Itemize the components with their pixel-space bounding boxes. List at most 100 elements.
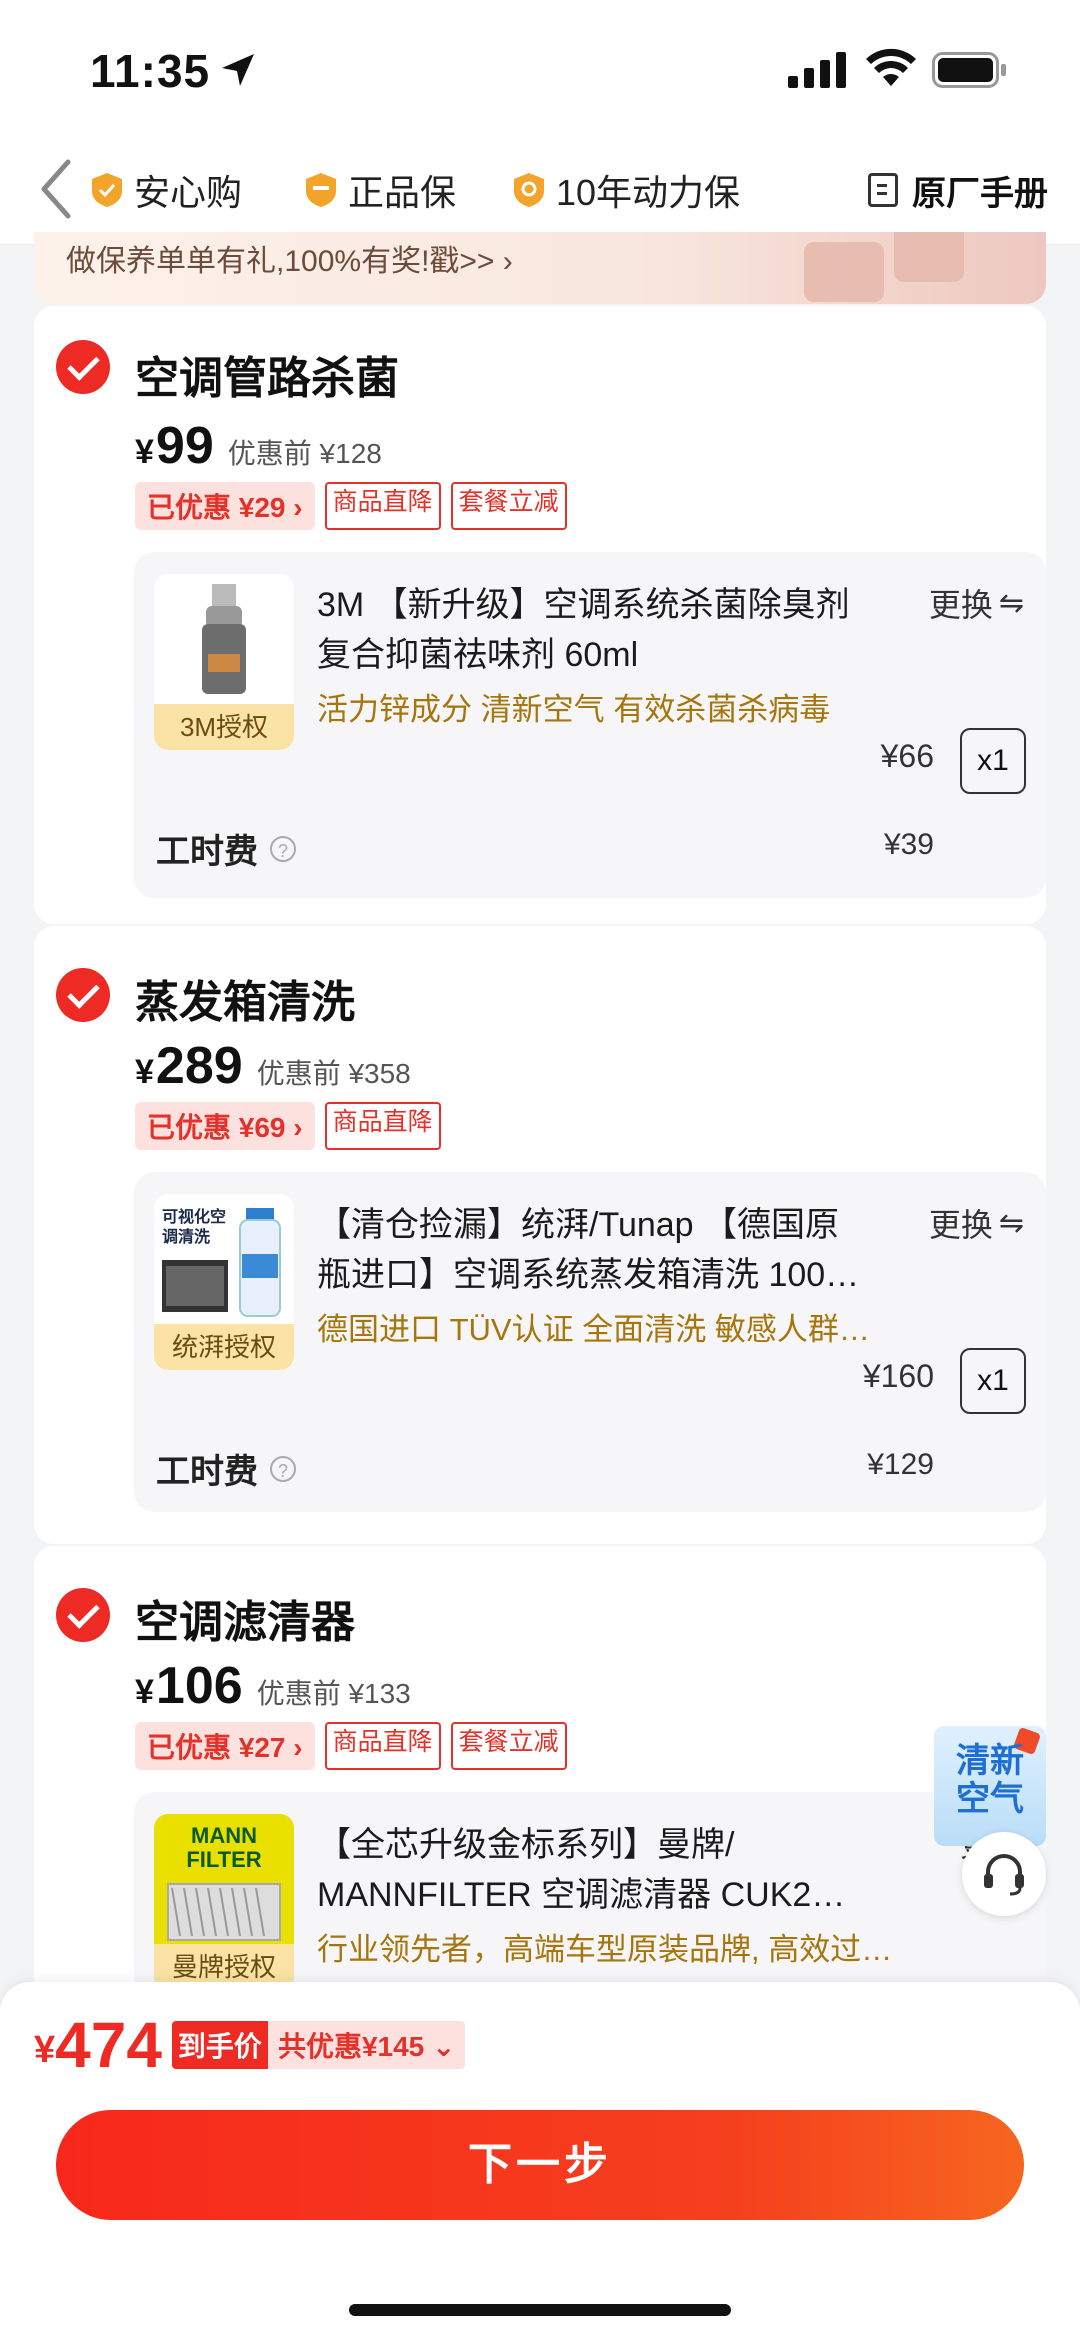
service-card: 空调滤清器 ¥ 106 优惠前 ¥133 已优惠 ¥27 › 商品直降 套餐立减… [34, 1546, 1046, 2046]
spray-bottle-image [202, 584, 246, 694]
product-name[interactable]: 【清仓捡漏】统湃/Tunap 【德国原 瓶进口】空调系统蒸发箱清洗 100… [317, 1200, 897, 1300]
help-icon[interactable]: ? [270, 835, 296, 862]
checkbox-checked-icon[interactable] [56, 1588, 110, 1642]
product-panel: 可视化空调清洗 统湃授权 【清仓捡漏】统湃/Tunap 【德国原 瓶进口】空调系… [134, 1172, 1046, 1512]
total-saving-text: 共优惠¥145 [277, 2031, 425, 2062]
labor-fee-label: 工时费 [156, 1453, 258, 1491]
manual-book-icon [868, 173, 898, 207]
floating-ad-text: 清新空气 [956, 1742, 1024, 1818]
back-chevron-icon[interactable] [32, 154, 80, 224]
chevron-down-icon: ⌄ [432, 2031, 456, 2062]
factory-manual-button[interactable]: 原厂手册 [868, 160, 1048, 220]
promo-tag: 套餐立减 [450, 482, 567, 530]
promo-tag: 商品直降 [324, 482, 441, 530]
top-navigation-bar: 安心购 正品保 10年动力保 原厂手册 [0, 140, 1080, 245]
swap-arrows-icon: ⇋ [998, 1206, 1024, 1240]
help-icon[interactable]: ? [270, 1455, 296, 1482]
floating-ad-fresh-air[interactable]: 清新空气 [934, 1726, 1046, 1846]
discount-applied-tag[interactable]: 已优惠 ¥69 › [135, 1102, 315, 1150]
service-title: 蒸发箱清洗 [135, 978, 355, 1027]
checkbox-checked-icon[interactable] [56, 968, 110, 1022]
replace-button[interactable]: 更换 ⇋ [929, 580, 1024, 626]
next-step-button[interactable]: 下一步 [56, 2110, 1024, 2220]
promo-tag: 商品直降 [324, 1102, 441, 1150]
status-bar: 11:35 [0, 0, 1080, 140]
service-card: 蒸发箱清洗 ¥ 289 优惠前 ¥358 已优惠 ¥69 › 商品直降 可视化空… [34, 926, 1046, 1544]
battery-icon [932, 52, 1006, 88]
headset-icon [984, 1854, 1024, 1896]
discount-applied-tag[interactable]: 已优惠 ¥27 › [135, 1722, 315, 1770]
price-before-discount: 优惠前 ¥128 [227, 438, 382, 469]
discount-tags: 已优惠 ¥27 › 商品直降 套餐立减 [135, 1722, 567, 1770]
status-time: 11:35 [90, 45, 211, 97]
badge-zhengpin[interactable]: 正品保 [302, 160, 456, 220]
product-name-line2: MANNFILTER 空调滤清器 CUK2… [317, 1876, 846, 1914]
promo-tag: 套餐立减 [450, 1722, 567, 1770]
product-name[interactable]: 3M 【新升级】空调系统杀菌除臭剂 复合抑菌祛味剂 60ml [317, 580, 897, 680]
price-value: 289 [155, 1037, 243, 1095]
price-currency: ¥ [135, 1053, 154, 1091]
product-price: ¥160 [862, 1358, 934, 1394]
decor-cube [894, 232, 964, 282]
service-price: ¥ 99 优惠前 ¥128 [135, 416, 382, 476]
product-description: 行业领先者，高端车型原装品牌, 高效过… [317, 1932, 893, 1967]
wifi-icon [866, 48, 916, 86]
shield-badge-icon [92, 173, 122, 207]
replace-label: 更换 [928, 1207, 993, 1243]
checkout-bar: ¥ 474 到手价 共优惠¥145 ⌄ 下一步 [0, 1982, 1080, 2337]
cellular-signal-icon [788, 52, 846, 88]
final-price-label: 到手价 [171, 2021, 268, 2069]
service-title: 空调滤清器 [135, 1598, 355, 1647]
price-value: 99 [155, 417, 214, 475]
badge-power-warranty[interactable]: 10年动力保 [510, 160, 740, 220]
total-price: ¥ 474 到手价 共优惠¥145 ⌄ [34, 2008, 466, 2082]
product-description: 活力锌成分 清新空气 有效杀菌杀病毒 [317, 692, 831, 727]
price-currency: ¥ [135, 433, 154, 471]
product-name-line2: 复合抑菌祛味剂 60ml [317, 636, 639, 674]
total-saving-toggle[interactable]: 共优惠¥145 ⌄ [267, 2021, 466, 2069]
price-currency: ¥ [135, 1673, 154, 1711]
product-name[interactable]: 【全芯升级金标系列】曼牌/ MANNFILTER 空调滤清器 CUK2… [317, 1820, 897, 1920]
quantity-box[interactable]: x1 [960, 728, 1026, 794]
replace-button[interactable]: 更换 ⇋ [929, 1200, 1024, 1246]
product-thumbnail[interactable]: 3M授权 [154, 574, 294, 750]
labor-fee-label: 工时费 [156, 833, 258, 871]
product-thumbnail[interactable]: 可视化空调清洗 统湃授权 [154, 1194, 294, 1370]
service-price: ¥ 106 优惠前 ¥133 [135, 1656, 411, 1716]
promo-banner[interactable]: 做保养单单有礼,100%有奖!戳>> › [34, 232, 1046, 304]
discount-tags: 已优惠 ¥29 › 商品直降 套餐立减 [135, 482, 567, 530]
price-before-discount: 优惠前 ¥358 [256, 1058, 411, 1089]
gear-badge-icon [514, 173, 544, 207]
total-currency: ¥ [34, 2028, 56, 2071]
service-title: 空调管路杀菌 [135, 354, 399, 403]
promo-text: 做保养单单有礼,100%有奖!戳>> › [66, 245, 513, 278]
price-value: 106 [155, 1657, 243, 1715]
product-description: 德国进口 TÜV认证 全面清洗 敏感人群… [317, 1312, 870, 1347]
service-price: ¥ 289 优惠前 ¥358 [135, 1036, 411, 1096]
product-name-line1: 【全芯升级金标系列】曼牌/ [317, 1826, 735, 1864]
product-price: ¥66 [880, 738, 934, 774]
shield-badge-icon [306, 173, 336, 207]
price-before-discount: 优惠前 ¥133 [256, 1678, 411, 1709]
discount-tags: 已优惠 ¥69 › 商品直降 [135, 1102, 441, 1150]
badge-power-warranty-label: 10年动力保 [556, 172, 741, 213]
authorization-label: 3M授权 [154, 704, 294, 750]
factory-manual-label: 原厂手册 [912, 174, 1048, 213]
labor-fee-price: ¥39 [883, 828, 934, 861]
product-name-line1: 3M 【新升级】空调系统杀菌除臭剂 [317, 586, 850, 624]
replace-label: 更换 [928, 587, 993, 623]
swap-arrows-icon: ⇋ [998, 586, 1024, 620]
customer-service-button[interactable] [962, 1832, 1046, 1916]
product-thumbnail[interactable]: MANN FILTER 曼牌授权 [154, 1814, 294, 1990]
labor-fee: 工时费 ? [156, 1444, 296, 1493]
quantity-box[interactable]: x1 [960, 1348, 1026, 1414]
badge-anxin[interactable]: 安心购 [88, 160, 242, 220]
badge-anxin-label: 安心购 [134, 172, 243, 213]
total-amount: 474 [55, 2009, 162, 2081]
checkbox-checked-icon[interactable] [56, 340, 110, 394]
authorization-label: 统湃授权 [154, 1324, 294, 1370]
product-name-line2: 瓶进口】空调系统蒸发箱清洗 100… [317, 1256, 860, 1294]
location-arrow-icon [222, 54, 254, 86]
product-name-line1: 【清仓捡漏】统湃/Tunap 【德国原 [317, 1206, 840, 1244]
discount-applied-tag[interactable]: 已优惠 ¥29 › [135, 482, 315, 530]
